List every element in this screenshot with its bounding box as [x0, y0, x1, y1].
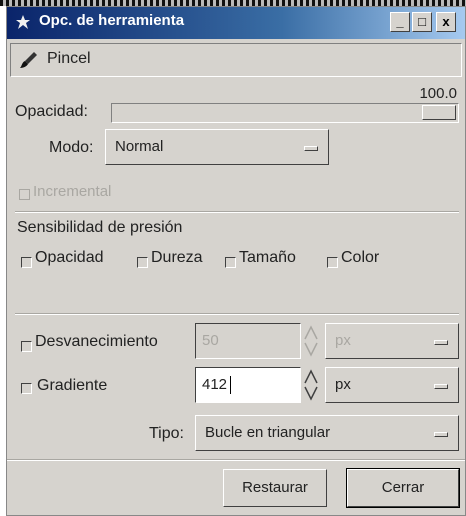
incremental-label: Incremental	[33, 183, 112, 200]
pressure-color-checkbox[interactable]	[327, 257, 338, 268]
app-icon	[16, 15, 30, 29]
gradient-value: 412	[202, 376, 228, 393]
mode-label: Modo:	[49, 139, 94, 156]
title-bar[interactable]: Opc. de herramienta _ □ x	[7, 7, 465, 39]
paintbrush-icon	[20, 52, 37, 68]
gradient-unit-value: px	[335, 376, 351, 393]
type-value: Bucle en triangular	[205, 424, 331, 441]
fade-toggle[interactable]	[21, 341, 32, 352]
fade-label: Desvanecimiento	[35, 333, 158, 350]
dropdown-indicator-icon	[434, 384, 448, 389]
gradient-spin-arrows-icon[interactable]	[303, 367, 319, 403]
tool-name: Pincel	[47, 50, 91, 67]
incremental-checkbox[interactable]	[19, 189, 30, 200]
type-dropdown[interactable]: Bucle en triangular	[195, 415, 459, 451]
fade-unit-dropdown[interactable]: px	[325, 323, 459, 359]
pressure-opacity-label: Opacidad	[35, 249, 104, 266]
pressure-frame-bottom-line	[15, 313, 459, 315]
fade-unit-value: px	[335, 332, 351, 349]
mode-value: Normal	[115, 138, 164, 155]
opacity-label: Opacidad:	[15, 103, 88, 120]
pressure-size-label: Tamaño	[239, 249, 296, 266]
opacity-value: 100.0	[419, 85, 457, 102]
minimize-button[interactable]: _	[390, 12, 410, 32]
pressure-color-label: Color	[341, 249, 380, 266]
gradient-checkbox[interactable]	[21, 383, 32, 394]
type-label: Tipo:	[149, 425, 184, 442]
pressure-hardness-label: Dureza	[151, 249, 203, 266]
gradient-value-input[interactable]: 412	[195, 367, 301, 403]
pressure-size-checkbox[interactable]	[225, 257, 236, 268]
dropdown-indicator-icon	[304, 146, 318, 151]
fade-value: 50	[202, 332, 219, 349]
pressure-frame-top-line	[15, 211, 459, 213]
tool-options-window: Opc. de herramienta _ □ x Pincel 100.0 O…	[6, 6, 466, 516]
pressure-section-title: Sensibilidad de presión	[17, 219, 183, 236]
opacity-slider-handle[interactable]	[422, 105, 456, 120]
close-window-button[interactable]: x	[436, 12, 456, 32]
gradient-label: Gradiente	[37, 377, 108, 394]
button-separator	[7, 459, 465, 461]
window-title: Opc. de herramienta	[39, 12, 185, 29]
text-cursor	[230, 376, 231, 394]
gradient-unit-dropdown[interactable]: px	[325, 367, 459, 403]
pressure-hardness-toggle[interactable]	[137, 257, 148, 268]
maximize-button[interactable]: □	[412, 12, 432, 32]
fade-spin-arrows-icon[interactable]	[303, 323, 319, 359]
opacity-slider[interactable]	[111, 103, 459, 123]
close-button[interactable]: Cerrar	[346, 468, 460, 508]
reset-button[interactable]: Restaurar	[223, 469, 327, 507]
mode-dropdown[interactable]: Normal	[105, 129, 329, 165]
dropdown-indicator-icon	[434, 432, 448, 437]
pressure-opacity-toggle[interactable]	[21, 257, 32, 268]
dropdown-indicator-icon	[434, 340, 448, 345]
fade-value-input[interactable]: 50	[195, 323, 301, 359]
tool-header: Pincel	[10, 43, 462, 77]
